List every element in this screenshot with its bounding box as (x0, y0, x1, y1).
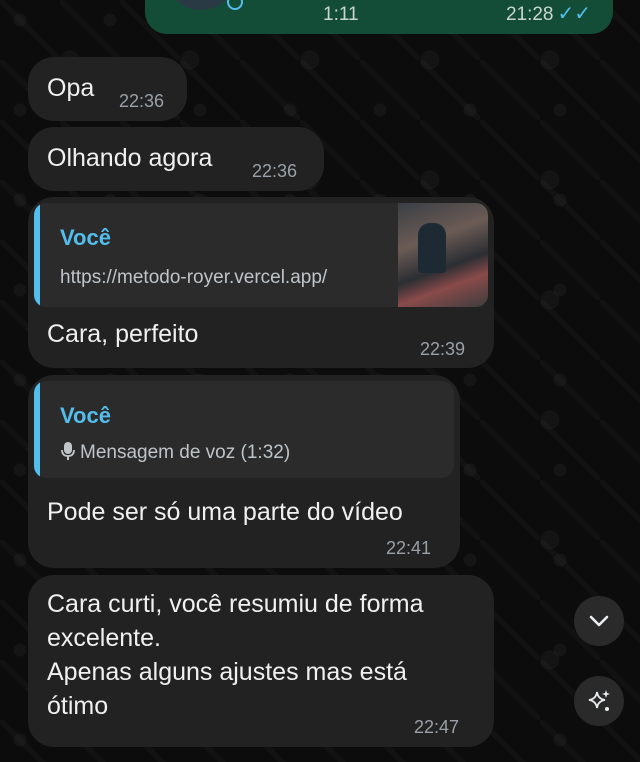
message-time: 21:28 ✓✓ (505, 3, 591, 25)
quote-author: Você (60, 225, 111, 250)
quote-voice: Mensagem de voz (1:32) (60, 441, 290, 464)
ai-sparkle-button[interactable] (574, 676, 624, 726)
incoming-reply-message[interactable]: Você https://metodo-royer.vercel.app/ Ca… (28, 197, 494, 368)
message-time: 22:36 (119, 91, 165, 111)
link-thumbnail (398, 203, 488, 307)
voice-duration: 1:11 (323, 4, 359, 25)
quote-link: https://metodo-royer.vercel.app/ (60, 267, 328, 288)
mic-icon (227, 0, 243, 10)
quote-author: Você (60, 403, 111, 428)
message-time: 22:36 (252, 161, 298, 181)
message-time: 22:41 (386, 538, 432, 558)
message-text: Opa (47, 74, 95, 102)
message-text: Cara, perfeito (47, 320, 199, 348)
message-time: 22:39 (420, 339, 466, 359)
incoming-message[interactable]: Cara curti, você resumiu de forma excele… (28, 575, 494, 747)
read-ticks-icon: ✓✓ (557, 3, 591, 25)
scroll-down-button[interactable] (574, 596, 624, 646)
mic-icon (61, 442, 75, 460)
message-text: Cara curti, você resumiu de forma excele… (47, 590, 424, 720)
message-text: Olhando agora (47, 144, 213, 172)
message-time: 22:47 (414, 717, 460, 737)
sparkle-icon (588, 690, 610, 711)
outgoing-voice-message[interactable]: 1:11 21:28 ✓✓ (145, 0, 613, 34)
incoming-message[interactable]: Opa 22:36 (28, 57, 187, 121)
quoted-message[interactable]: Você https://metodo-royer.vercel.app/ (34, 203, 488, 307)
quoted-message[interactable]: Você Mensagem de voz (1:32) (34, 381, 454, 478)
message-text: Pode ser só uma parte do vídeo (47, 498, 403, 526)
quote-bar (34, 203, 40, 307)
incoming-message[interactable]: Olhando agora 22:36 (28, 127, 324, 191)
incoming-reply-message[interactable]: Você Mensagem de voz (1:32) Pode ser só … (28, 375, 460, 568)
quote-bar (34, 381, 40, 478)
chevron-down-icon (589, 615, 609, 627)
avatar (173, 0, 229, 10)
